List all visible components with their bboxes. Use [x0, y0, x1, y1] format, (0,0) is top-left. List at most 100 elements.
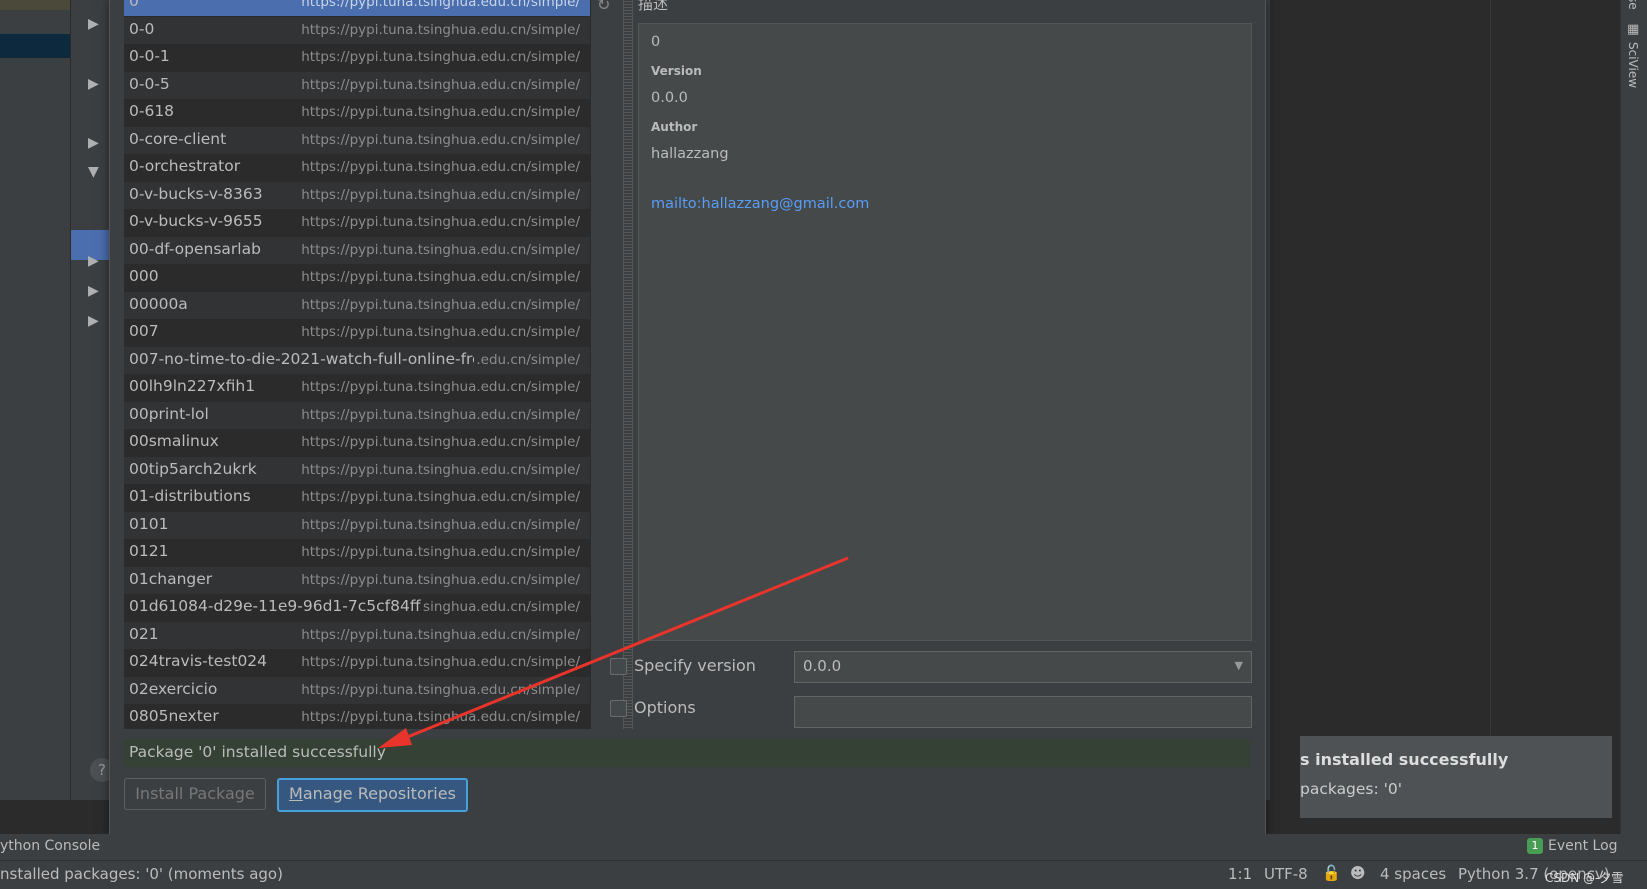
package-list-row[interactable]: 007 https://pypi.tuna.tsinghua.edu.cn/sim… [124, 319, 590, 346]
event-log-tab[interactable]: Event Log [1548, 838, 1618, 854]
package-name: 0-core-client [129, 129, 227, 148]
ide-status-bar: nstalled packages: '0' (moments ago) 1:1… [0, 860, 1647, 889]
tool-windows-bar: ython Console 1 Event Log [0, 834, 1647, 860]
package-repository: https://pypi.tuna.tsinghua.edu.cn/simple… [299, 71, 580, 99]
options-checkbox[interactable] [610, 700, 627, 717]
package-list-row[interactable]: 0-core-client https://pypi.tuna.tsinghua.… [124, 126, 590, 154]
watermark-text: CSDN @-夕雪 [1545, 871, 1624, 885]
package-list-row[interactable]: 0 https://pypi.tuna.tsinghua.edu.cn/simpl… [124, 0, 590, 16]
package-repository: https://pypi.tuna.tsinghua.edu.cn/simple… [299, 621, 580, 649]
package-list-row[interactable]: 01-distributions https://pypi.tuna.tsingh… [124, 484, 590, 511]
right-tool-strip: se ▦ [1620, 0, 1647, 840]
tree-expand-arrow-icon[interactable]: ▶ [88, 313, 99, 329]
package-list-row[interactable]: 02exercicio https://pypi.tuna.tsinghua.ed… [124, 676, 590, 704]
sciview-icon: ▦ [1627, 22, 1640, 37]
package-list-row[interactable]: 0121 https://pypi.tuna.tsinghua.edu.cn/si… [124, 539, 590, 566]
python-console-tab[interactable]: ython Console [0, 838, 100, 854]
package-list-row[interactable]: 0-v-bucks-v-9655 https://pypi.tuna.tsingh… [124, 209, 590, 236]
version-dropdown[interactable]: 0.0.0 ▼ [794, 651, 1252, 683]
version-value: 0.0.0 [651, 90, 688, 106]
package-list-row[interactable]: 01changer https://pypi.tuna.tsinghua.edu.… [124, 566, 590, 594]
package-repository: https://pypi.tuna.tsinghua.edu.cn/simple… [299, 209, 580, 236]
tree-expand-arrow-icon[interactable]: ▶ [88, 283, 99, 299]
package-list-row[interactable]: 0805nexter https://pypi.tuna.tsinghua.edu… [124, 704, 590, 729]
package-name: 00smalinux [129, 432, 219, 450]
list-scrollbar[interactable]: ↻ [590, 0, 621, 729]
panel-splitter[interactable] [623, 0, 633, 729]
package-list-row[interactable]: 0-orchestrator https://pypi.tuna.tsinghua… [124, 154, 590, 181]
chevron-down-icon: ▼ [1234, 659, 1243, 672]
available-packages-dialog: 0 https://pypi.tuna.tsinghua.edu.cn/simpl… [109, 0, 1266, 836]
indent-setting[interactable]: 4 spaces [1380, 865, 1446, 883]
sciview-tab[interactable]: SciView [1626, 42, 1640, 88]
tree-collapse-arrow-icon[interactable]: ▼ [88, 164, 99, 180]
install-status-bar: Package '0' installed successfully [124, 739, 1250, 767]
package-repository: https://pypi.tuna.tsinghua.edu.cn/simple… [299, 0, 580, 16]
package-repository: https://pypi.tuna.tsinghua.edu.cn/simple… [299, 154, 580, 181]
package-list-row[interactable]: 00smalinux https://pypi.tuna.tsinghua.edu… [124, 429, 590, 456]
package-list-row[interactable]: 024travis-test024 https://pypi.tuna.tsing… [124, 649, 590, 676]
package-list-row[interactable]: 0-0 https://pypi.tuna.tsinghua.edu.cn/sim… [124, 16, 590, 44]
version-label: Version [651, 64, 702, 78]
package-list-row[interactable]: 021 https://pypi.tuna.tsinghua.edu.cn/sim… [124, 621, 590, 649]
tree-expand-arrow-icon[interactable]: ▶ [88, 76, 99, 92]
package-repository: https://pypi.tuna.tsinghua.edu.cn/simple… [299, 374, 580, 401]
package-repository: .edu.cn/simple/ [474, 346, 580, 374]
package-list-row[interactable]: 0-0-1 https://pypi.tuna.tsinghua.edu.cn/s… [124, 44, 590, 71]
package-list[interactable]: 0 https://pypi.tuna.tsinghua.edu.cn/simpl… [124, 0, 590, 729]
manage-repositories-button[interactable]: Manage Repositories [277, 778, 468, 812]
author-label: Author [651, 120, 698, 134]
install-package-button[interactable]: Install Package [124, 778, 266, 810]
author-email-link[interactable]: mailto:hallazzang@gmail.com [651, 196, 869, 212]
package-list-row[interactable]: 0-v-bucks-v-8363 https://pypi.tuna.tsingh… [124, 181, 590, 209]
package-repository: https://pypi.tuna.tsinghua.edu.cn/simple… [299, 319, 580, 346]
tree-expand-arrow-icon[interactable]: ▶ [88, 135, 99, 151]
package-repository: https://pypi.tuna.tsinghua.edu.cn/simple… [299, 676, 580, 704]
package-list-row[interactable]: 00print-lol https://pypi.tuna.tsinghua.ed… [124, 401, 590, 429]
options-input[interactable] [794, 696, 1252, 728]
refresh-icon[interactable]: ↻ [597, 0, 610, 14]
specify-version-label[interactable]: Specify version [634, 656, 756, 675]
package-repository: https://pypi.tuna.tsinghua.edu.cn/simple… [299, 401, 580, 429]
package-name: 00tip5arch2ukrk [129, 459, 257, 478]
package-name: 0-orchestrator [129, 157, 241, 175]
package-name: 0-v-bucks-v-8363 [129, 184, 263, 203]
author-value: hallazzang [651, 146, 729, 162]
package-repository: https://pypi.tuna.tsinghua.edu.cn/simple… [299, 181, 580, 209]
project-selected-row[interactable] [0, 34, 70, 58]
package-list-row[interactable]: 00000a https://pypi.tuna.tsinghua.edu.cn/… [124, 291, 590, 319]
package-name: 02exercicio [129, 679, 218, 698]
package-repository: https://pypi.tuna.tsinghua.edu.cn/simple… [299, 456, 580, 484]
tree-expand-arrow-icon[interactable]: ▶ [88, 16, 99, 32]
package-list-row[interactable]: 0-0-5 https://pypi.tuna.tsinghua.edu.cn/s… [124, 71, 590, 99]
tree-expand-arrow-icon[interactable]: ▶ [88, 253, 99, 269]
notification-balloon[interactable]: s installed successfully packages: '0' [1300, 736, 1612, 818]
package-repository: https://pypi.tuna.tsinghua.edu.cn/simple… [299, 291, 580, 319]
package-list-row[interactable]: 00tip5arch2ukrk https://pypi.tuna.tsinghu… [124, 456, 590, 484]
package-list-row[interactable]: 000 https://pypi.tuna.tsinghua.edu.cn/sim… [124, 264, 590, 291]
options-label[interactable]: Options [634, 698, 696, 717]
inspector-icon[interactable]: ☻ [1350, 864, 1366, 882]
package-name: 007 [129, 322, 159, 340]
package-name: 0121 [129, 542, 169, 560]
package-list-row[interactable]: 007-no-time-to-die-2021-watch-full-onlin… [124, 346, 590, 374]
package-list-row[interactable]: 00-df-opensarlab https://pypi.tuna.tsingh… [124, 236, 590, 264]
tool-strip-label[interactable]: se [1626, 0, 1640, 10]
package-name: 01changer [129, 569, 213, 588]
package-name: 0-0 [129, 19, 155, 38]
package-repository: https://pypi.tuna.tsinghua.edu.cn/simple… [299, 511, 580, 539]
package-repository: singhua.edu.cn/simple/ [421, 594, 580, 621]
package-list-row[interactable]: 01d61084-d29e-11e9-96d1-7c5cf84ffe8e sing… [124, 594, 590, 621]
description-panel: 0 Version 0.0.0 Author hallazzang mailto… [638, 23, 1252, 641]
package-name: 000 [129, 267, 159, 285]
file-encoding[interactable]: UTF-8 [1264, 865, 1308, 883]
specify-version-checkbox[interactable] [610, 658, 627, 675]
package-list-row[interactable]: 00lh9ln227xfih1 https://pypi.tuna.tsinghu… [124, 374, 590, 401]
cursor-position[interactable]: 1:1 [1228, 865, 1252, 883]
package-list-row[interactable]: 0-618 https://pypi.tuna.tsinghua.edu.cn/s… [124, 99, 590, 126]
package-repository: https://pypi.tuna.tsinghua.edu.cn/simple… [299, 704, 580, 729]
lock-icon[interactable]: 🔓 [1322, 864, 1341, 882]
package-name: 00print-lol [129, 404, 209, 423]
package-list-row[interactable]: 0101 https://pypi.tuna.tsinghua.edu.cn/si… [124, 511, 590, 539]
status-left-message[interactable]: nstalled packages: '0' (moments ago) [0, 865, 283, 883]
